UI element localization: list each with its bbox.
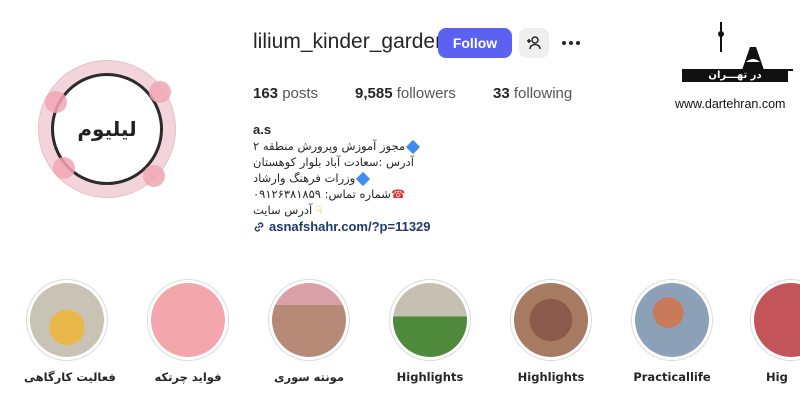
highlight-cover (393, 283, 467, 357)
highlight-label: Hig (766, 370, 788, 384)
highlight-label: فعالیت کارگاهی (24, 370, 116, 384)
add-user-icon (527, 36, 541, 50)
highlight-item[interactable]: Highlights (387, 279, 473, 384)
posts-count: 163 (253, 85, 279, 102)
link-icon (254, 221, 264, 232)
highlight-item[interactable]: Hig (750, 279, 800, 384)
following-label: following (513, 85, 573, 102)
pointing-down-hand-icon: ☟ (315, 203, 323, 217)
following-count: 33 (493, 85, 510, 102)
highlight-cover (30, 283, 104, 357)
blue-diamond-icon (356, 171, 371, 186)
posts-label: posts (282, 85, 319, 102)
highlight-item[interactable]: فعالیت کارگاهی (24, 279, 116, 384)
flower-decoration (149, 81, 171, 103)
bio-line: مجوز آموزش وپرورش منطقه ۲ (253, 138, 453, 154)
highlight-label: Highlights (396, 370, 464, 384)
watermark-url: www.dartehran.com (675, 97, 786, 111)
highlight-item[interactable]: مونته سوری (266, 279, 352, 384)
profile-avatar[interactable]: لیلیوم (38, 60, 176, 198)
flower-decoration (143, 165, 165, 187)
highlight-label: فواید چرتکه (154, 370, 222, 384)
highlight-cover (635, 283, 709, 357)
suggested-users-button[interactable] (519, 28, 549, 58)
bio-line: آدرس :سعادت آباد بلوار کوهستان (253, 155, 414, 169)
followers-label: followers (396, 85, 456, 102)
highlight-cover (514, 283, 588, 357)
follow-button[interactable]: Follow (438, 28, 512, 58)
bio-line: ☎شماره تماس: ۰۹۱۲۶۳۸۱۸۵۹ (253, 187, 406, 201)
watermark-brand: در تهـــران (682, 70, 788, 82)
bio-name: a.s (253, 122, 272, 137)
highlight-item[interactable]: Practicallife (629, 279, 715, 384)
bio-link-text: asnafshahr.com/?p=11329 (269, 219, 431, 234)
posts-stat[interactable]: 163 posts (253, 85, 318, 102)
bio-link[interactable]: asnafshahr.com/?p=11329 (253, 219, 431, 234)
flower-decoration (45, 91, 67, 113)
more-options-icon[interactable] (558, 30, 584, 56)
avatar-logo-text: لیلیوم (77, 117, 137, 141)
highlight-cover (272, 283, 346, 357)
bio-line: وزرات فرهنگ وارشاد (253, 170, 453, 186)
blue-diamond-icon (406, 139, 421, 154)
following-stat[interactable]: 33 following (493, 85, 572, 102)
highlight-cover (151, 283, 225, 357)
highlight-item[interactable]: Highlights (508, 279, 594, 384)
highlight-cover (754, 283, 800, 357)
flower-decoration (53, 157, 75, 179)
highlight-label: Highlights (517, 370, 585, 384)
highlight-item[interactable]: فواید چرتکه (145, 279, 231, 384)
highlight-label: مونته سوری (274, 370, 344, 384)
highlight-label: Practicallife (633, 370, 711, 384)
followers-stat[interactable]: 9,585 followers (355, 85, 456, 102)
telephone-icon: ☎ (390, 187, 406, 201)
bio-line: ☟ آدرس سایت (253, 203, 323, 217)
bio: a.s مجوز آموزش وپرورش منطقه ۲ آدرس :سعاد… (253, 122, 453, 218)
followers-count: 9,585 (355, 85, 393, 102)
username: lilium_kinder_garden (253, 30, 447, 53)
